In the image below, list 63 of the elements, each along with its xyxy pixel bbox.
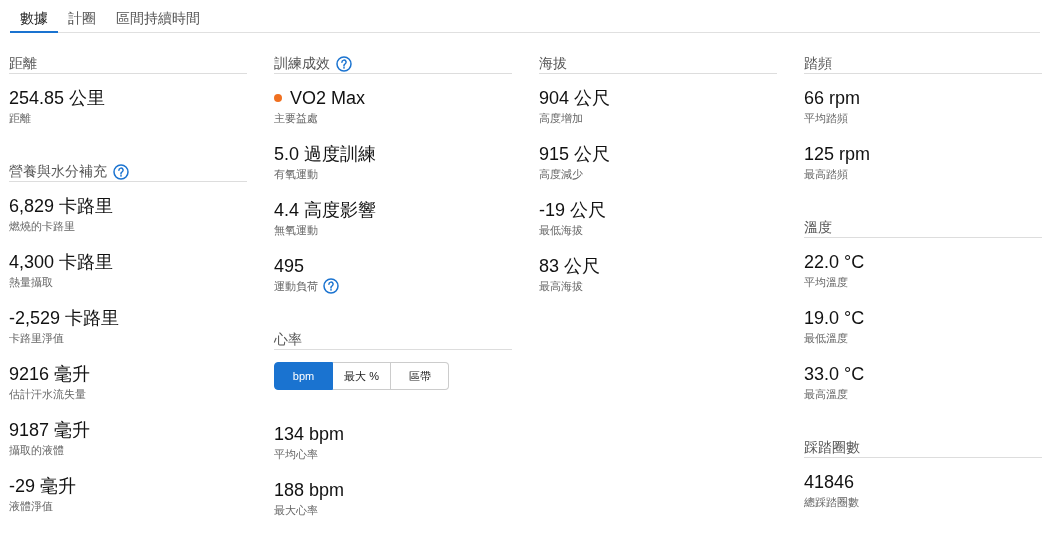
- stat-label: 高度減少: [539, 166, 583, 182]
- stat-label: 無氧運動: [274, 222, 318, 238]
- stat-value: 254.85 公里: [9, 87, 106, 110]
- section-title: 心率: [274, 330, 302, 349]
- stat-label: 攝取的液體: [9, 442, 64, 458]
- stat-label: 最低海拔: [539, 222, 583, 238]
- stat-label: 高度增加: [539, 110, 583, 126]
- stat-label: 主要益處: [274, 110, 318, 126]
- segment-button[interactable]: 最大 %: [333, 362, 391, 390]
- stat-value: 33.0 °C: [804, 363, 865, 385]
- stat-label: 總踩踏圈數: [804, 494, 859, 510]
- stat-value: 66 rpm: [804, 87, 861, 109]
- stat-value: VO2 Max: [290, 87, 366, 109]
- help-icon[interactable]: [113, 163, 129, 180]
- stat-value: 4,300 卡路里: [9, 251, 114, 274]
- stat-label: 最高海拔: [539, 278, 583, 294]
- stat-value: 9187 毫升: [9, 419, 91, 442]
- stat-value: -29 毫升: [9, 475, 77, 498]
- section-title: 踩踏圈數: [804, 438, 860, 457]
- stat-value: 495: [274, 255, 305, 277]
- stat-value: 41846: [804, 471, 855, 493]
- segment-button[interactable]: 區帶: [391, 362, 449, 390]
- stat-value: 83 公尺: [539, 255, 601, 278]
- tab[interactable]: 數據: [10, 0, 58, 33]
- stat-value: 125 rpm: [804, 143, 871, 165]
- tab[interactable]: 區間持續時間: [106, 0, 210, 33]
- segment-button[interactable]: bpm: [274, 362, 333, 390]
- stat-value: 19.0 °C: [804, 307, 865, 329]
- stat-label: 平均溫度: [804, 274, 848, 290]
- section-title: 距離: [9, 54, 37, 73]
- stat-label: 卡路里淨值: [9, 330, 64, 346]
- stat-value: -19 公尺: [539, 199, 607, 222]
- section-title: 溫度: [804, 218, 832, 237]
- stat-value: 5.0 過度訓練: [274, 143, 377, 166]
- stat-label: 運動負荷: [274, 278, 318, 294]
- section-title: 營養與水分補充: [9, 162, 107, 181]
- tab[interactable]: 計圈: [58, 0, 106, 33]
- stat-value: 22.0 °C: [804, 251, 865, 273]
- stat-value: 915 公尺: [539, 143, 611, 166]
- stat-label: 最大心率: [274, 502, 318, 518]
- help-icon[interactable]: [323, 278, 339, 294]
- stat-label: 最低溫度: [804, 330, 848, 346]
- stat-value: 904 公尺: [539, 87, 611, 110]
- stat-value: 134 bpm: [274, 423, 345, 445]
- stat-value: 188 bpm: [274, 479, 345, 501]
- stat-label: 液體淨值: [9, 498, 53, 514]
- stat-label: 最高踏頻: [804, 166, 848, 182]
- stat-label: 燃燒的卡路里: [9, 218, 75, 234]
- section-title: 訓練成效: [274, 54, 330, 73]
- stat-label: 有氧運動: [274, 166, 318, 182]
- stat-label: 最高溫度: [804, 386, 848, 402]
- stat-value: 6,829 卡路里: [9, 195, 114, 218]
- section-title: 海拔: [539, 54, 567, 73]
- stat-label: 平均踏頻: [804, 110, 848, 126]
- stat-label: 平均心率: [274, 446, 318, 462]
- stat-value: 9216 毫升: [9, 363, 91, 386]
- help-icon[interactable]: [336, 55, 352, 72]
- section-title: 踏頻: [804, 54, 832, 73]
- stat-value: -2,529 卡路里: [9, 307, 120, 330]
- stat-label: 估計汗水流失量: [9, 386, 86, 402]
- stat-label: 熱量攝取: [9, 274, 53, 290]
- stat-value: 4.4 高度影響: [274, 199, 377, 222]
- stat-label: 距離: [9, 110, 31, 126]
